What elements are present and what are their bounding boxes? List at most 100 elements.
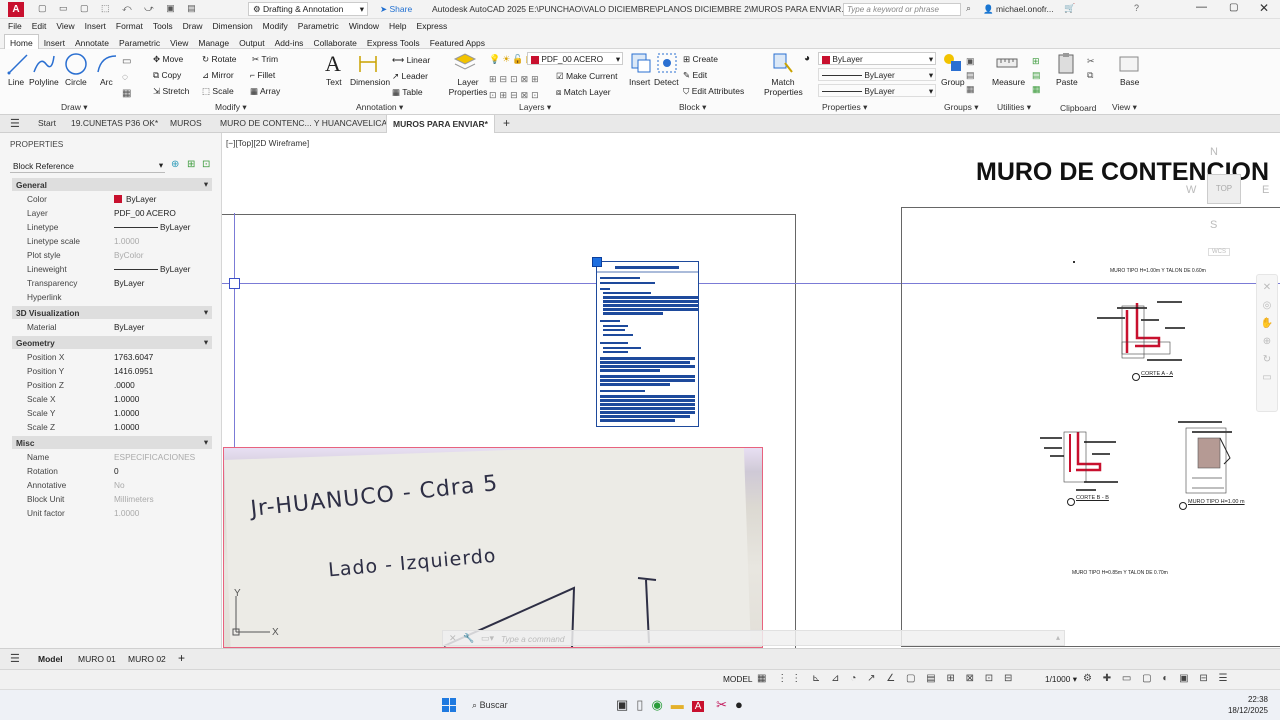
panel-title-draw[interactable]: Draw ▾ <box>61 102 87 113</box>
toggle-pickadd-icon[interactable]: ⊡ <box>202 159 210 170</box>
make-current-button[interactable]: ☑ Make Current <box>556 71 617 82</box>
minimize-button[interactable]: — <box>1196 1 1207 13</box>
base-button[interactable]: Base <box>1120 77 1139 87</box>
copy-button[interactable]: ⧉ Copy <box>153 70 181 81</box>
viewcube-north[interactable]: N <box>1210 146 1218 158</box>
ribbon-tab-annotate[interactable]: Annotate <box>70 35 114 50</box>
steering-wheel-icon[interactable]: ◎ <box>1257 297 1277 315</box>
rotate-button[interactable]: ↻ Rotate <box>202 54 237 65</box>
detect-button[interactable]: Detect <box>654 77 679 87</box>
property-value[interactable]: 1416.0951 <box>114 366 153 376</box>
layer-dropdown[interactable]: PDF_00 ACERO ▾ <box>527 52 623 65</box>
dimension-icon[interactable] <box>356 52 380 76</box>
menu-window[interactable]: Window <box>344 19 384 31</box>
property-row[interactable]: Position Y 1416.0951 <box>12 364 212 378</box>
property-row[interactable]: Unit factor 1.0000 <box>12 506 212 520</box>
property-value[interactable]: ByLayer <box>114 322 144 332</box>
viewport-controls[interactable]: [−][Top][2D Wireframe] <box>226 138 309 148</box>
table-button[interactable]: ▦ Table <box>392 87 423 98</box>
array-button[interactable]: ▦ Array <box>250 86 280 97</box>
dimension-tool-label[interactable]: Dimension <box>350 77 390 87</box>
new-layout-button[interactable]: + <box>178 651 185 665</box>
taskbar-app-icons[interactable]: ▣▯◉▬ A ✂● <box>616 697 751 713</box>
mirror-button[interactable]: ⊿ Mirror <box>202 70 234 81</box>
menu-help[interactable]: Help <box>384 19 411 31</box>
doc-tab-0[interactable]: Start <box>38 118 56 128</box>
grip-handle[interactable] <box>592 257 602 267</box>
chevron-down-icon[interactable]: ▾ <box>204 179 208 189</box>
menu-icon[interactable]: ☰ <box>10 117 20 130</box>
property-value[interactable]: 0 <box>114 466 119 476</box>
menu-file[interactable]: File <box>0 19 27 31</box>
property-row[interactable]: Position X 1763.6047 <box>12 350 212 364</box>
paste-button[interactable]: Paste <box>1056 77 1078 87</box>
ribbon-tab-view[interactable]: View <box>165 35 193 50</box>
menu-edit[interactable]: Edit <box>27 19 52 31</box>
trim-button[interactable]: ✂ Trim <box>252 54 278 65</box>
property-row[interactable]: Block Unit Millimeters <box>12 492 212 506</box>
doc-tab-4[interactable]: MUROS PARA ENVIAR* <box>386 115 495 133</box>
property-value[interactable]: 1.0000 <box>114 508 139 518</box>
menu-draw[interactable]: Draw <box>178 19 208 31</box>
panel-title-annotation[interactable]: Annotation ▾ <box>356 102 403 113</box>
match-properties-button[interactable]: Match Properties <box>764 77 803 97</box>
github-icon[interactable]: ● <box>735 697 751 712</box>
chevron-down-icon[interactable]: ▾ <box>204 307 208 317</box>
panel-title-clipboard[interactable]: Clipboard <box>1060 103 1096 113</box>
help-icon[interactable]: ? <box>1134 3 1139 13</box>
fillet-button[interactable]: ⌐ Fillet <box>250 70 275 80</box>
property-value[interactable]: ByLayer <box>114 278 144 288</box>
property-row[interactable]: Name ESPECIFICACIONES <box>12 450 212 464</box>
property-row[interactable]: Plot style ByColor <box>12 248 212 262</box>
panel-title-layers[interactable]: Layers ▾ <box>519 102 551 113</box>
maximize-button[interactable]: ▢ <box>1229 2 1238 13</box>
command-history-icon[interactable]: ▭▾ <box>481 633 494 644</box>
property-value[interactable]: No <box>114 480 125 490</box>
layout-tab-muro-01[interactable]: MURO 01 <box>78 654 116 664</box>
linetype-dropdown[interactable]: ByLayer ▾ <box>818 68 936 81</box>
property-value[interactable]: 1.0000 <box>114 408 139 418</box>
property-row[interactable]: Color ByLayer <box>12 192 212 206</box>
match-layer-button[interactable]: ⧈ Match Layer <box>556 87 611 98</box>
command-line[interactable]: ✕ 🔧 ▭▾ Type a command ▴ <box>442 630 1065 646</box>
chevron-down-icon[interactable]: ▾ <box>204 437 208 447</box>
chevron-up-icon[interactable]: ▴ <box>1056 633 1060 642</box>
autocad-icon[interactable]: A <box>691 701 705 712</box>
panel-title-modify[interactable]: Modify ▾ <box>215 102 247 113</box>
menu-format[interactable]: Format <box>111 19 148 31</box>
snipping-icon[interactable]: ✂ <box>716 697 735 712</box>
measure-icon[interactable] <box>995 51 1019 75</box>
select-objects-icon[interactable]: ⊕ <box>171 159 179 170</box>
property-value[interactable]: PDF_00 ACERO <box>114 208 176 218</box>
menu-icon[interactable]: ☰ <box>10 652 20 665</box>
property-row[interactable]: Rotation 0 <box>12 464 212 478</box>
property-row[interactable]: Scale X 1.0000 <box>12 392 212 406</box>
move-button[interactable]: ✥ Move <box>153 54 183 65</box>
ribbon-tab-home[interactable]: Home <box>4 34 39 49</box>
property-row[interactable]: Scale Z 1.0000 <box>12 420 212 434</box>
edit-attributes-button[interactable]: ⛉ Edit Attributes <box>683 86 744 97</box>
workspace-dropdown[interactable]: ⚙ Drafting & Annotation ▾ <box>248 2 368 16</box>
wrench-icon[interactable]: 🔧 <box>463 633 474 644</box>
search-icon[interactable]: ⌕ <box>966 3 971 14</box>
menu-parametric[interactable]: Parametric <box>293 19 344 31</box>
property-row[interactable]: Material ByLayer <box>12 320 212 334</box>
app-logo[interactable]: A <box>8 2 24 17</box>
property-value[interactable]: 1763.6047 <box>114 352 153 362</box>
ribbon-tab-output[interactable]: Output <box>234 35 270 50</box>
command-input[interactable]: Type a command <box>501 634 564 644</box>
property-row[interactable]: Position Z .0000 <box>12 378 212 392</box>
property-value[interactable]: ByLayer <box>126 194 156 204</box>
text-icon[interactable]: A <box>325 51 341 77</box>
windows-start-icon[interactable] <box>442 698 456 712</box>
match-properties-icon[interactable] <box>771 51 795 75</box>
menu-express[interactable]: Express <box>412 19 453 31</box>
draw-small-tools[interactable]: ▭ ◌ ▦ <box>122 54 148 102</box>
status-right-icons[interactable]: ⚙ ✚ ▭ ▢ ◐ ▣ ⊟ ☰ <box>1083 673 1232 684</box>
viewcube-top[interactable]: TOP <box>1207 174 1241 204</box>
taskview-icon[interactable]: ▣ <box>616 697 636 712</box>
ribbon-tab-manage[interactable]: Manage <box>193 35 234 50</box>
object-type-dropdown[interactable]: Block Reference ▾ <box>10 159 165 173</box>
showmotion-icon[interactable]: ▭ <box>1257 369 1277 387</box>
close-button[interactable]: ✕ <box>1259 1 1269 15</box>
